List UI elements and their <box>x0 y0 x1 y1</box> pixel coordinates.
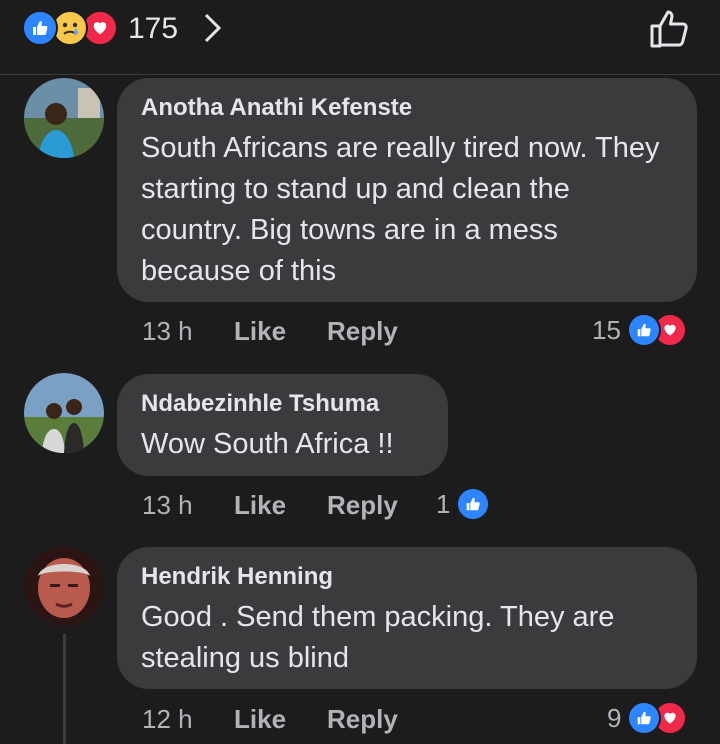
like-icon <box>22 10 58 46</box>
comment-bubble[interactable]: Anotha Anathi Kefenste South Africans ar… <box>117 78 697 302</box>
comment-bubble[interactable]: Ndabezinhle Tshuma Wow South Africa !! <box>117 374 448 476</box>
like-button[interactable]: Like <box>234 316 286 347</box>
chevron-right-icon[interactable] <box>202 10 224 46</box>
comment-text: South Africans are really tired now. The… <box>141 132 660 287</box>
avatar[interactable] <box>24 373 104 453</box>
comment-reactions[interactable]: 15 <box>592 313 687 347</box>
comment-reactions[interactable]: 1 <box>436 487 491 521</box>
comment-time: 13 h <box>142 316 193 346</box>
reaction-count: 1 <box>436 488 451 519</box>
reaction-count: 15 <box>592 314 621 345</box>
comment-time: 13 h <box>142 490 193 520</box>
like-button[interactable]: Like <box>234 704 286 735</box>
avatar[interactable] <box>24 546 104 626</box>
reply-button[interactable]: Reply <box>327 704 398 735</box>
like-icon <box>456 487 491 521</box>
comment-text: Wow South Africa !! <box>141 428 394 460</box>
avatar[interactable] <box>24 78 104 158</box>
like-button[interactable]: Like <box>234 490 286 521</box>
comment-bubble[interactable]: Hendrik Henning Good . Send them packing… <box>117 547 697 689</box>
reaction-count: 9 <box>607 702 622 733</box>
comment-time: 12 h <box>142 704 193 734</box>
reply-button[interactable]: Reply <box>327 490 398 521</box>
comment-author[interactable]: Anotha Anathi Kefenste <box>141 94 673 122</box>
total-reaction-count[interactable]: 175 <box>128 12 178 46</box>
comment-reactions[interactable]: 9 <box>607 701 688 735</box>
reaction-summary-bar[interactable]: 175 <box>0 0 720 75</box>
comment-text: Good . Send them packing. They are steal… <box>141 601 615 674</box>
comment-author[interactable]: Ndabezinhle Tshuma <box>141 390 424 418</box>
comment-author[interactable]: Hendrik Henning <box>141 563 673 591</box>
like-outline-icon[interactable] <box>648 6 690 50</box>
like-icon <box>627 701 662 735</box>
thread-line <box>63 634 66 744</box>
like-icon <box>626 313 661 347</box>
reply-button[interactable]: Reply <box>327 316 398 347</box>
